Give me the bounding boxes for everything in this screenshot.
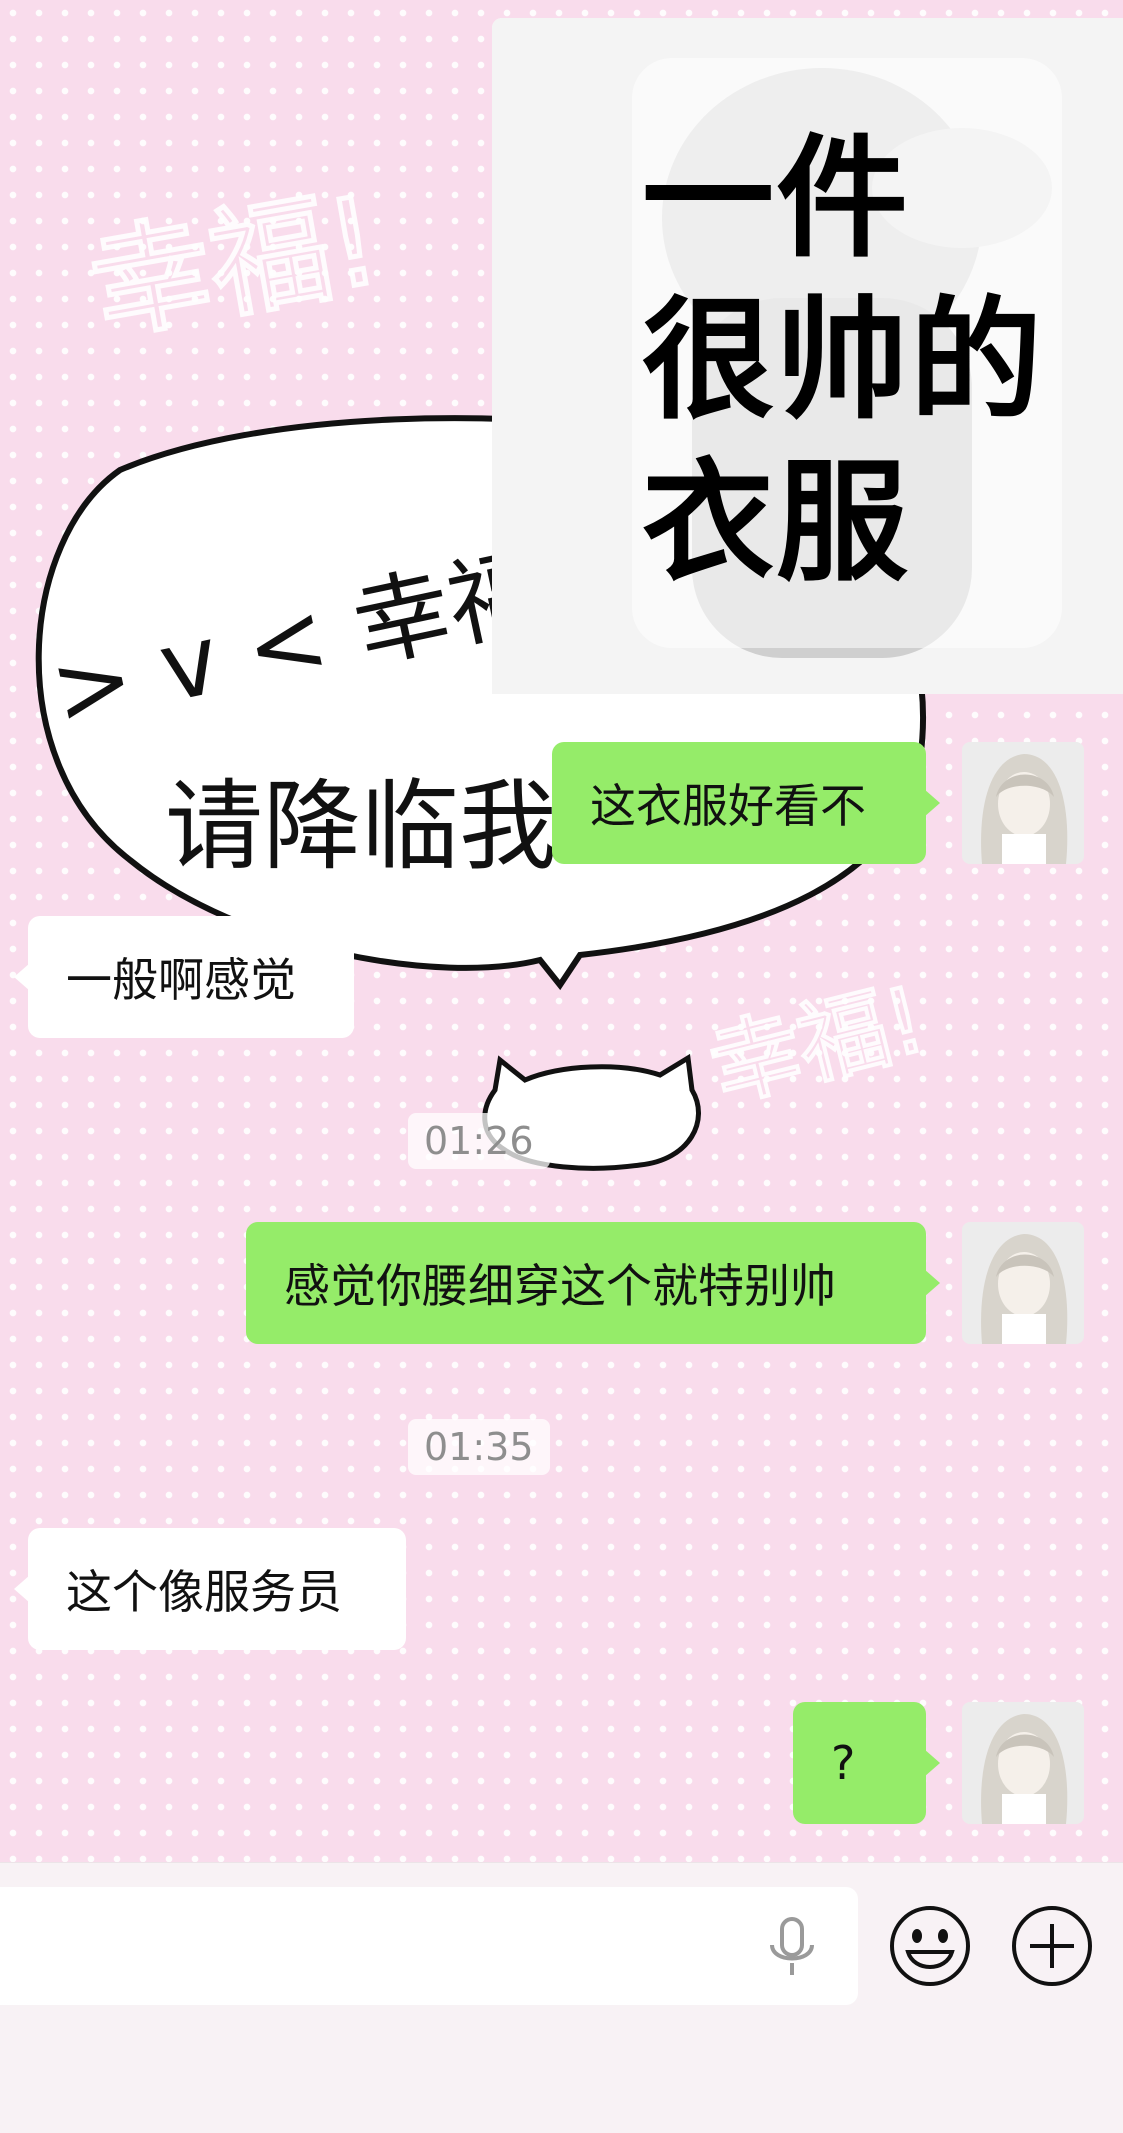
sticker-line: 衣服 xyxy=(642,446,910,600)
timestamp: 01:35 xyxy=(408,1419,550,1475)
sticker-image[interactable]: 一件 很帅的 衣服 xyxy=(492,18,1123,694)
avatar[interactable] xyxy=(962,1702,1084,1824)
message-bubble-outgoing[interactable]: ? xyxy=(793,1702,940,1824)
message-bubble-outgoing[interactable]: 这衣服好看不 xyxy=(552,742,940,864)
doodle-text-2: 请降临我 xyxy=(165,770,557,884)
avatar[interactable] xyxy=(962,742,1084,864)
timestamp: 01:26 xyxy=(408,1113,550,1169)
message-bubble-incoming[interactable]: 这个像服务员 xyxy=(14,1528,406,1650)
avatar-image xyxy=(962,1702,1084,1824)
faint-doodle-text: 幸福! xyxy=(81,172,389,359)
sticker-line: 很帅的 xyxy=(642,284,1044,438)
input-bar xyxy=(0,1862,1123,2133)
avatar[interactable] xyxy=(962,1222,1084,1344)
message-bubble-outgoing[interactable]: 感觉你腰细穿这个就特别帅 xyxy=(246,1222,940,1344)
plus-circle-icon[interactable] xyxy=(1010,1904,1094,1988)
message-input[interactable] xyxy=(0,1887,858,2005)
avatar-image xyxy=(962,1222,1084,1344)
message-bubble-incoming[interactable]: 一般啊感觉 xyxy=(14,916,354,1038)
sticker-line: 一件 xyxy=(642,122,910,276)
avatar-image xyxy=(962,742,1084,864)
microphone-icon[interactable] xyxy=(766,1917,818,1979)
chat-background: 幸福! > v < 幸福 请降临我 幸福! 一件 很帅的 衣服 这衣服好看不 一… xyxy=(0,0,1123,1862)
faint-doodle-text-right: 幸福! xyxy=(700,967,935,1121)
smiley-icon[interactable] xyxy=(888,1904,972,1988)
sticker-caption: 一件 很帅的 衣服 xyxy=(642,118,1112,604)
